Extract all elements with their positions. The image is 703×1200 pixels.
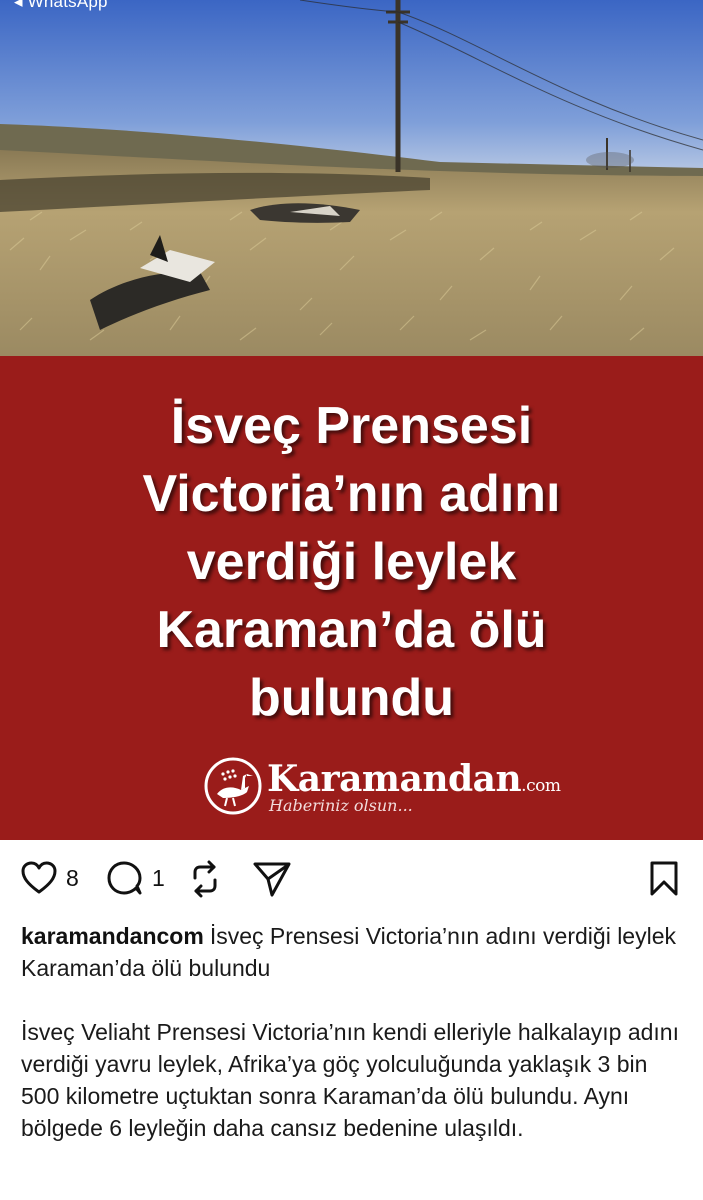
post-body-text: İsveç Veliaht Prensesi Victoria’nın kend… xyxy=(21,1019,679,1141)
brand-logo: Karamandan.com Haberiniz olsun... xyxy=(203,756,561,820)
brand-slogan: Haberiniz olsun... xyxy=(269,796,413,815)
send-icon xyxy=(253,862,291,897)
headline-line: İsveç Prensesi xyxy=(170,397,533,455)
comment-icon xyxy=(107,861,142,895)
repost-icon xyxy=(193,860,217,898)
repost-button[interactable] xyxy=(187,860,223,898)
share-button[interactable] xyxy=(252,860,292,898)
comment-count: 1 xyxy=(152,864,165,891)
brand-tld: .com xyxy=(521,776,561,796)
back-to-whatsapp-link[interactable]: ◂ WhatsApp xyxy=(14,0,108,12)
headline-line: Victoria’nın adını xyxy=(142,465,561,523)
stork-logo-icon xyxy=(204,757,262,815)
like-button[interactable]: 8 xyxy=(20,860,79,896)
bookmark-icon xyxy=(650,861,678,896)
post-photo[interactable]: ◂ WhatsApp xyxy=(0,0,703,356)
brand-name-text: Karamandan xyxy=(267,758,522,800)
post-caption: karamandancom İsveç Prensesi Victoria’nın… xyxy=(21,920,685,984)
brand-name: Karamandan.com xyxy=(267,758,561,800)
post-username[interactable]: karamandancom xyxy=(21,923,204,949)
field-photo xyxy=(0,0,703,356)
headline-panel: İsveç Prensesi Victoria’nın adını verdiğ… xyxy=(0,356,703,840)
like-count: 8 xyxy=(66,864,79,891)
headline-text: İsveç Prensesi Victoria’nın adını verdiğ… xyxy=(40,392,663,732)
headline-line: verdiği leylek xyxy=(186,533,517,591)
save-button[interactable] xyxy=(648,860,680,898)
headline-line: bulundu xyxy=(248,669,455,727)
headline-line: Karaman’da ölü xyxy=(156,601,547,659)
post-actions-bar: 8 1 xyxy=(0,840,703,920)
comment-button[interactable]: 1 xyxy=(106,860,165,896)
heart-icon xyxy=(21,861,57,894)
